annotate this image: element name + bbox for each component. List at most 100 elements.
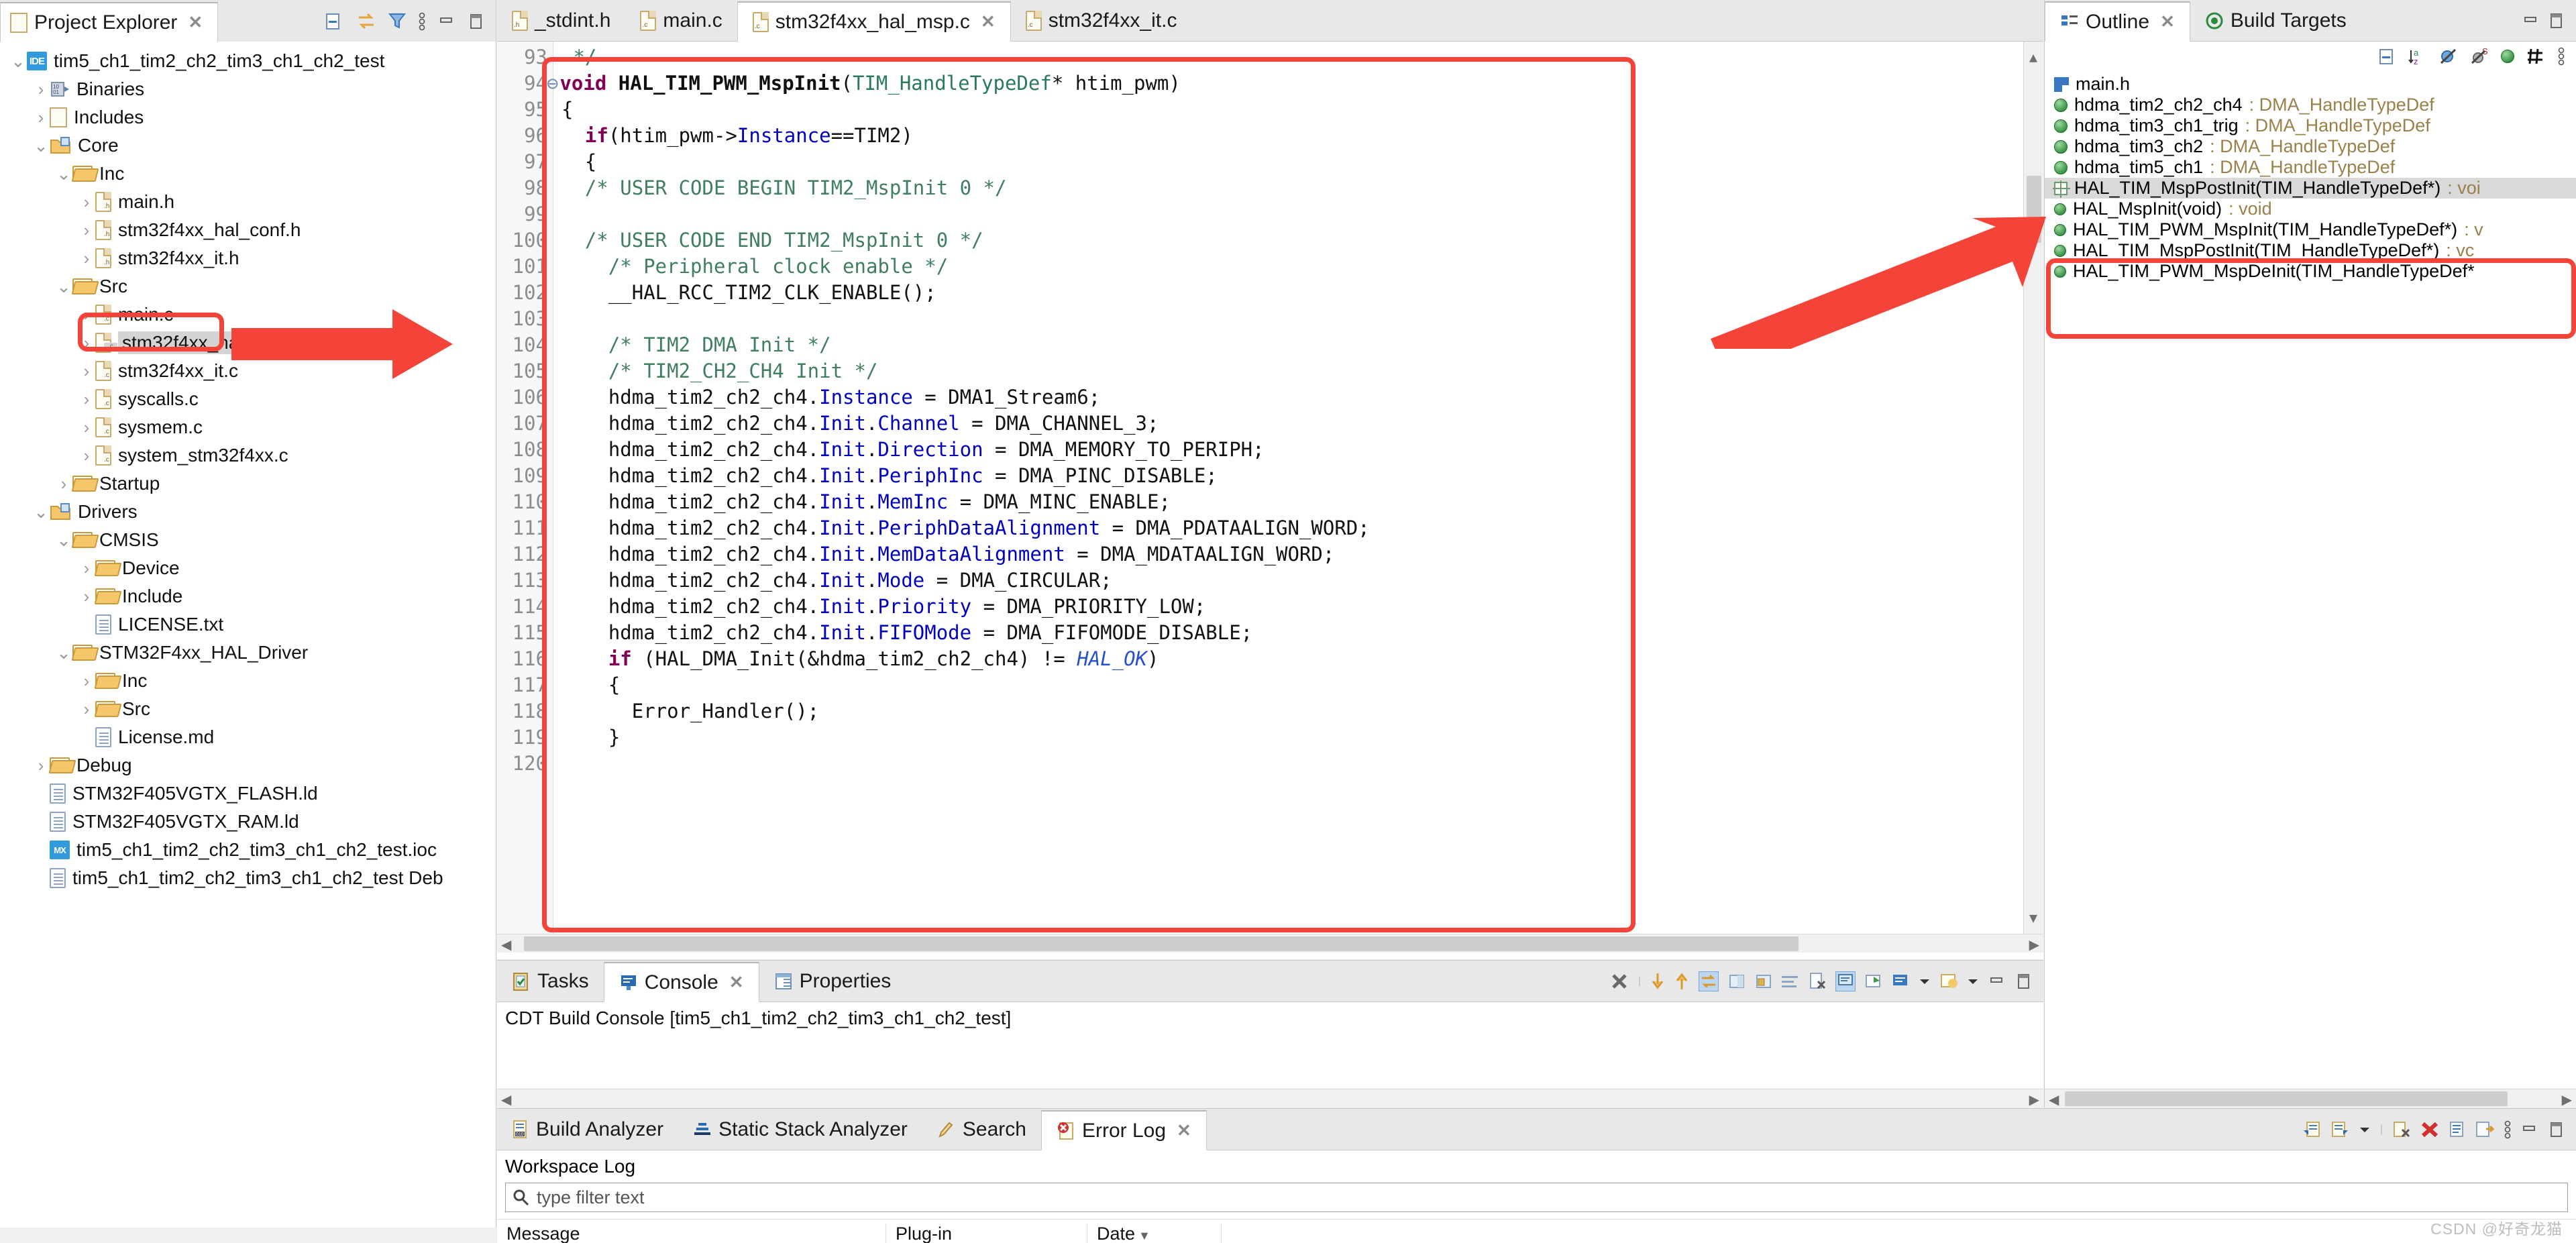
code-line[interactable]: { xyxy=(561,97,1370,123)
delete-log-icon[interactable] xyxy=(2420,1121,2439,1138)
code-line[interactable]: ⊖void HAL_TIM_PWM_MspInit(TIM_HandleType… xyxy=(547,70,1370,97)
tree-item-device[interactable]: › Device xyxy=(0,554,496,582)
code-line[interactable]: */ xyxy=(561,44,1370,70)
maximize-icon[interactable] xyxy=(2548,1121,2565,1138)
code-line[interactable]: { xyxy=(561,149,1370,175)
tab-properties[interactable]: Properties xyxy=(759,961,906,1002)
error-log-column-headers[interactable]: Message Plug-in Date ▼ xyxy=(497,1219,2576,1243)
scroll-lock-icon[interactable] xyxy=(1699,971,1719,991)
hide-fields-icon[interactable] xyxy=(2439,47,2458,66)
code-line[interactable] xyxy=(561,201,1370,227)
tab-main-c[interactable]: .c main.c xyxy=(625,1,737,41)
close-icon[interactable]: ✕ xyxy=(2160,11,2175,32)
chevron-right-icon[interactable]: › xyxy=(32,79,50,100)
filter-input[interactable]: type filter text xyxy=(537,1187,645,1208)
close-icon[interactable]: ✕ xyxy=(1177,1120,1191,1141)
chevron-down-icon-2[interactable] xyxy=(1967,977,1979,985)
code-line[interactable]: hdma_tim2_ch2_ch4.Init.Direction = DMA_M… xyxy=(561,437,1370,463)
tab-stm32f4xx-hal-msp-c[interactable]: .c stm32f4xx_hal_msp.c ✕ xyxy=(737,1,1011,42)
tree-item-stm32f4xx-hal-driver[interactable]: ⌄ STM32F4xx_HAL_Driver xyxy=(0,639,496,667)
tree-item-stm32f4xx-it-h[interactable]: › .h stm32f4xx_it.h xyxy=(0,244,496,272)
code-line[interactable]: { xyxy=(561,672,1370,698)
view-menu-icon[interactable] xyxy=(418,11,426,32)
tree-item-stm32f4xx-hal-conf-h[interactable]: › .h stm32f4xx_hal_conf.h xyxy=(0,216,496,244)
outline-item[interactable]: HAL_TIM_PWM_MspInit(TIM_HandleTypeDef*) … xyxy=(2045,219,2576,240)
scroll-up-icon[interactable] xyxy=(1674,972,1689,991)
console-scroll-left-icon[interactable]: ◀ xyxy=(501,1091,511,1108)
minimize-icon[interactable] xyxy=(2521,1121,2538,1138)
tree-item-main-c[interactable]: › .c main.c xyxy=(0,301,496,329)
chevron-down-icon[interactable]: ⌄ xyxy=(55,276,72,297)
code-line[interactable]: hdma_tim2_ch2_ch4.Init.PeriphDataAlignme… xyxy=(561,515,1370,541)
tab-stm32f4xx-it-c[interactable]: .c stm32f4xx_it.c xyxy=(1010,1,1192,41)
minimize-icon[interactable] xyxy=(438,13,455,30)
open-log-icon[interactable] xyxy=(2449,1121,2466,1138)
tree-item-tim5-ch1-tim2-ch2-tim3-ch1-ch2-test-ioc[interactable]: MX tim5_ch1_tim2_ch2_tim3_ch1_ch2_test.io… xyxy=(0,836,496,864)
tree-item-src[interactable]: › Src xyxy=(0,695,496,723)
scroll-right-arrow-icon[interactable]: ▶ xyxy=(2029,936,2039,953)
outline-list[interactable]: main.h hdma_tim2_ch2_ch4 : DMA_HandleType… xyxy=(2045,70,2576,282)
code-line[interactable]: hdma_tim2_ch2_ch4.Init.MemInc = DMA_MINC… xyxy=(561,489,1370,515)
hide-nonpublic-icon[interactable] xyxy=(2501,50,2514,63)
scroll-left-arrow-icon[interactable]: ◀ xyxy=(501,936,511,953)
tab-static-stack-analyzer[interactable]: Static Stack Analyzer xyxy=(678,1110,922,1150)
editor-vertical-scrollbar[interactable]: ▲ ▼ xyxy=(2023,42,2043,934)
outline-item[interactable]: main.h xyxy=(2045,74,2576,95)
code-lines[interactable]: */⊖void HAL_TIM_PWM_MspInit(TIM_HandleTy… xyxy=(547,42,1370,777)
tree-item-license-md[interactable]: License.md xyxy=(0,723,496,751)
tree-item-src[interactable]: ⌄ Src xyxy=(0,272,496,301)
chevron-right-icon[interactable]: › xyxy=(78,699,95,720)
chevron-right-icon[interactable]: › xyxy=(78,389,95,410)
outline-horizontal-scrollbar[interactable]: ◀ ▶ xyxy=(2045,1089,2576,1107)
code-line[interactable]: hdma_tim2_ch2_ch4.Init.MemDataAlignment … xyxy=(561,541,1370,568)
tree-item-binaries[interactable]: › 10 01 Binaries xyxy=(0,75,496,103)
tree-item-syscalls-c[interactable]: › .c syscalls.c xyxy=(0,385,496,413)
tree-item-stm32f405vgtx-flash-ld[interactable]: STM32F405VGTX_FLASH.ld xyxy=(0,779,496,808)
code-line[interactable]: /* USER CODE END TIM2_MspInit 0 */ xyxy=(561,227,1370,254)
chevron-down-icon[interactable]: ⌄ xyxy=(32,502,50,523)
close-icon[interactable]: ✕ xyxy=(981,11,996,32)
chevron-down-icon[interactable] xyxy=(2359,1126,2371,1134)
chevron-right-icon[interactable]: › xyxy=(32,755,50,776)
code-line[interactable]: if (HAL_DMA_Init(&hdma_tim2_ch2_ch4) != … xyxy=(561,646,1370,672)
editor-scroll-thumb[interactable] xyxy=(2027,176,2041,243)
restore-log-icon[interactable] xyxy=(2475,1121,2494,1138)
tab-search[interactable]: Search xyxy=(922,1110,1041,1150)
outline-item[interactable]: hdma_tim5_ch1 : DMA_HandleTypeDef xyxy=(2045,157,2576,178)
remove-console-icon[interactable] xyxy=(1809,972,1826,991)
close-icon[interactable]: ✕ xyxy=(188,12,203,33)
code-line[interactable]: hdma_tim2_ch2_ch4.Init.FIFOMode = DMA_FI… xyxy=(561,620,1370,646)
chevron-down-icon[interactable]: ⌄ xyxy=(9,51,27,72)
close-icon[interactable]: ✕ xyxy=(729,972,744,993)
console-scroll-right-icon[interactable]: ▶ xyxy=(2029,1091,2039,1108)
view-menu-icon[interactable] xyxy=(2504,1120,2512,1140)
show-console-icon[interactable] xyxy=(1728,973,1746,990)
tree-item-cmsis[interactable]: ⌄ CMSIS xyxy=(0,526,496,554)
chevron-right-icon[interactable]: › xyxy=(78,220,95,241)
outline-item[interactable]: HAL_TIM_MspPostInit(TIM_HandleTypeDef*) … xyxy=(2045,240,2576,261)
view-menu-icon[interactable] xyxy=(2557,46,2565,66)
chevron-right-icon[interactable]: › xyxy=(78,671,95,692)
outline-hscroll-thumb[interactable] xyxy=(2065,1091,2508,1106)
tree-item-stm32f405vgtx-ram-ld[interactable]: STM32F405VGTX_RAM.ld xyxy=(0,808,496,836)
word-wrap-icon[interactable] xyxy=(1782,975,1799,988)
tree-item-license-txt[interactable]: LICENSE.txt xyxy=(0,610,496,639)
editor-horizontal-scrollbar[interactable]: ◀ ▶ xyxy=(497,934,2043,953)
tree-item-system-stm32f4xx-c[interactable]: › .c system_stm32f4xx.c xyxy=(0,441,496,470)
tree-item-sysmem-c[interactable]: › .c sysmem.c xyxy=(0,413,496,441)
link-with-editor-icon[interactable] xyxy=(356,11,376,32)
outline-item[interactable]: HAL_TIM_PWM_MspDeInit(TIM_HandleTypeDef* xyxy=(2045,261,2576,282)
open-console-icon[interactable] xyxy=(1892,973,1909,990)
code-view[interactable]: 93 94 95 96 97 98 99 100 101 102 103 104 105 106 107 10… xyxy=(497,42,2043,934)
chevron-right-icon[interactable]: › xyxy=(78,558,95,579)
chevron-right-icon[interactable]: › xyxy=(55,474,72,494)
chevron-right-icon[interactable]: › xyxy=(78,248,95,269)
editor-hscroll-thumb[interactable] xyxy=(524,936,1799,951)
tree-item-inc[interactable]: ⌄ Inc xyxy=(0,160,496,188)
tree-item-startup[interactable]: › Startup xyxy=(0,470,496,498)
outline-item[interactable]: HAL_TIM_MspPostInit(TIM_HandleTypeDef*) … xyxy=(2045,178,2576,199)
outline-scroll-left-icon[interactable]: ◀ xyxy=(2049,1091,2059,1108)
export-log-icon[interactable] xyxy=(2302,1121,2321,1138)
collapse-all-icon[interactable] xyxy=(2377,47,2396,66)
tree-item-include[interactable]: › Include xyxy=(0,582,496,610)
